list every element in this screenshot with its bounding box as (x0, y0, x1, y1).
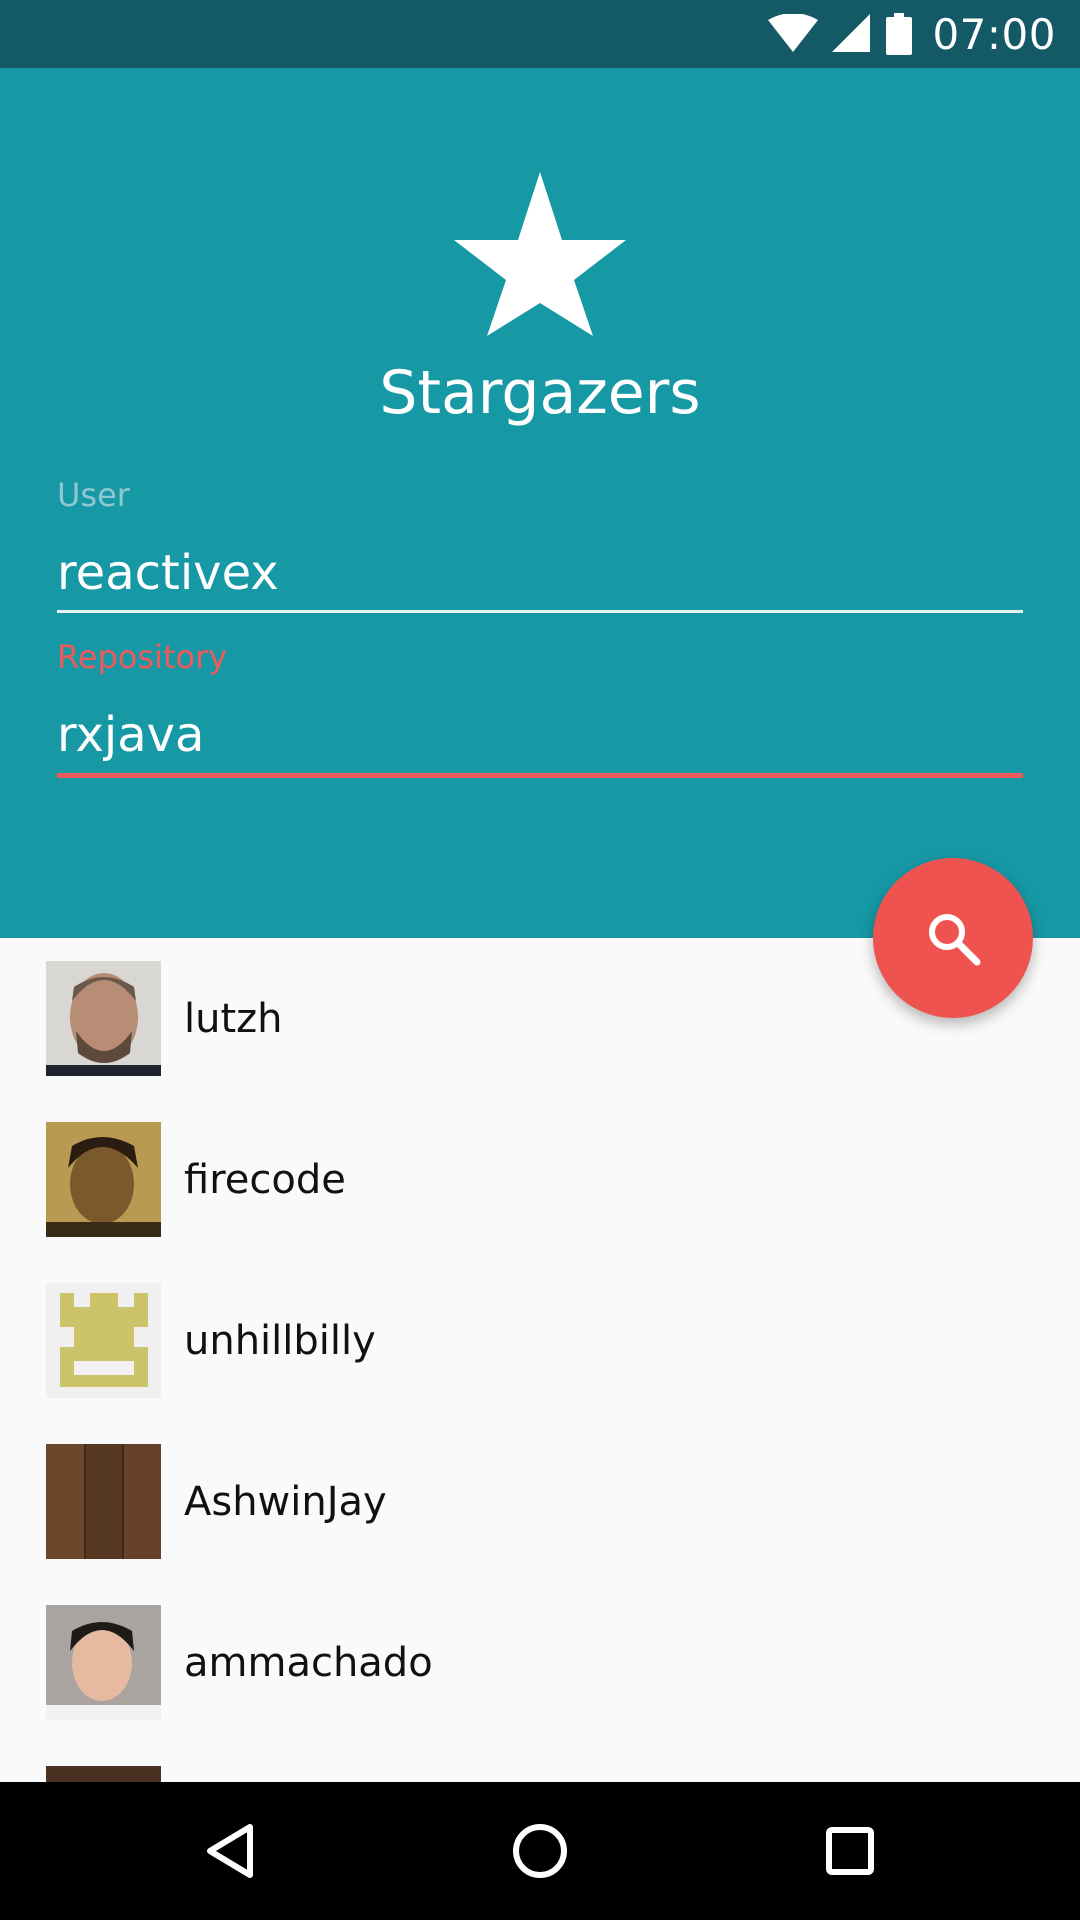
star-icon (454, 172, 626, 336)
list-item[interactable] (0, 1743, 1080, 1782)
username: lutzh (184, 995, 283, 1042)
avatar (46, 1444, 161, 1559)
wifi-icon (768, 14, 819, 52)
recents-icon (826, 1827, 874, 1875)
search-button[interactable] (873, 858, 1033, 1018)
repository-field-label: Repository (57, 638, 228, 676)
username: AshwinJay (184, 1478, 387, 1525)
list-item[interactable]: AshwinJay (0, 1421, 1080, 1582)
user-field-label: User (57, 476, 130, 514)
repository-input[interactable] (57, 700, 1023, 770)
user-input[interactable] (57, 538, 1023, 608)
list-item[interactable]: firecode (0, 1099, 1080, 1260)
navigation-bar (0, 1782, 1080, 1920)
user-input-underline (57, 610, 1023, 613)
back-icon (207, 1824, 253, 1878)
avatar (46, 1766, 161, 1782)
list-item[interactable]: unhillbilly (0, 1260, 1080, 1421)
status-time: 07:00 (932, 9, 1056, 59)
avatar (46, 961, 161, 1076)
avatar (46, 1122, 161, 1237)
status-bar: 07:00 (0, 0, 1080, 68)
recents-button[interactable] (780, 1782, 920, 1920)
avatar (46, 1283, 161, 1398)
repository-input-underline (57, 773, 1023, 778)
cell-signal-icon (832, 14, 871, 52)
back-button[interactable] (160, 1782, 300, 1920)
username: unhillbilly (184, 1317, 376, 1364)
battery-icon (886, 13, 913, 55)
app-title: Stargazers (379, 358, 701, 428)
home-icon (513, 1824, 567, 1878)
username: firecode (184, 1156, 346, 1203)
status-icons: 07:00 (768, 0, 1056, 68)
list-item[interactable]: ammachado (0, 1582, 1080, 1743)
username: ammachado (184, 1639, 433, 1686)
stargazers-list[interactable]: lutzh firecode unhillbilly AshwinJay amm… (0, 938, 1080, 1782)
home-button[interactable] (470, 1782, 610, 1920)
avatar (46, 1605, 161, 1720)
search-icon (929, 914, 981, 966)
